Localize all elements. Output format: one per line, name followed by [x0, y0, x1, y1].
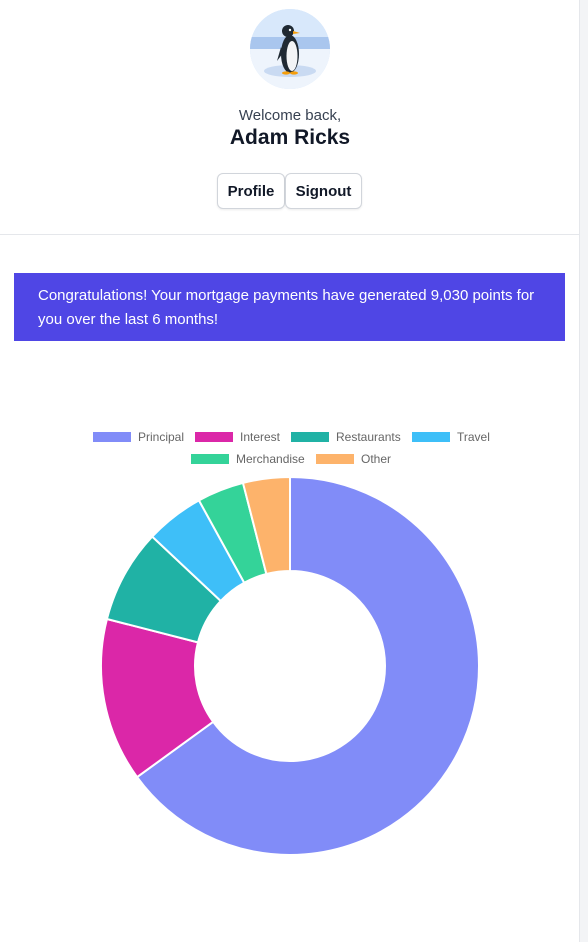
legend-label-travel[interactable]: Travel [457, 430, 490, 444]
legend-swatch-other[interactable] [316, 454, 354, 464]
scrollbar[interactable] [579, 0, 588, 942]
doughnut-chart: Principal Interest Restaurants Travel Mercha… [93, 430, 490, 856]
user-header: Welcome back, Adam Ricks Profile Signout [0, 0, 580, 235]
profile-button[interactable]: Profile [217, 173, 285, 209]
legend-label-merchandise[interactable]: Merchandise [236, 452, 305, 466]
avatar[interactable] [250, 9, 330, 89]
legend-label-other[interactable]: Other [361, 452, 391, 466]
legend-label-restaurants[interactable]: Restaurants [336, 430, 401, 444]
legend-label-interest[interactable]: Interest [240, 430, 281, 444]
legend-swatch-interest[interactable] [195, 432, 233, 442]
points-banner: Congratulations! Your mortgage payments … [14, 273, 565, 341]
legend-label-principal[interactable]: Principal [138, 430, 184, 444]
user-name: Adam Ricks [229, 126, 351, 149]
legend-swatch-restaurants[interactable] [291, 432, 329, 442]
page: Welcome back, Adam Ricks Profile Signout… [0, 0, 588, 942]
welcome-text: Welcome back, [238, 107, 342, 124]
legend-swatch-merchandise[interactable] [191, 454, 229, 464]
spending-chart: Principal Interest Restaurants Travel Mercha… [0, 420, 580, 870]
legend-swatch-travel[interactable] [412, 432, 450, 442]
legend-swatch-principal[interactable] [93, 432, 131, 442]
penguin-icon [250, 9, 330, 89]
signout-button[interactable]: Signout [285, 173, 362, 209]
